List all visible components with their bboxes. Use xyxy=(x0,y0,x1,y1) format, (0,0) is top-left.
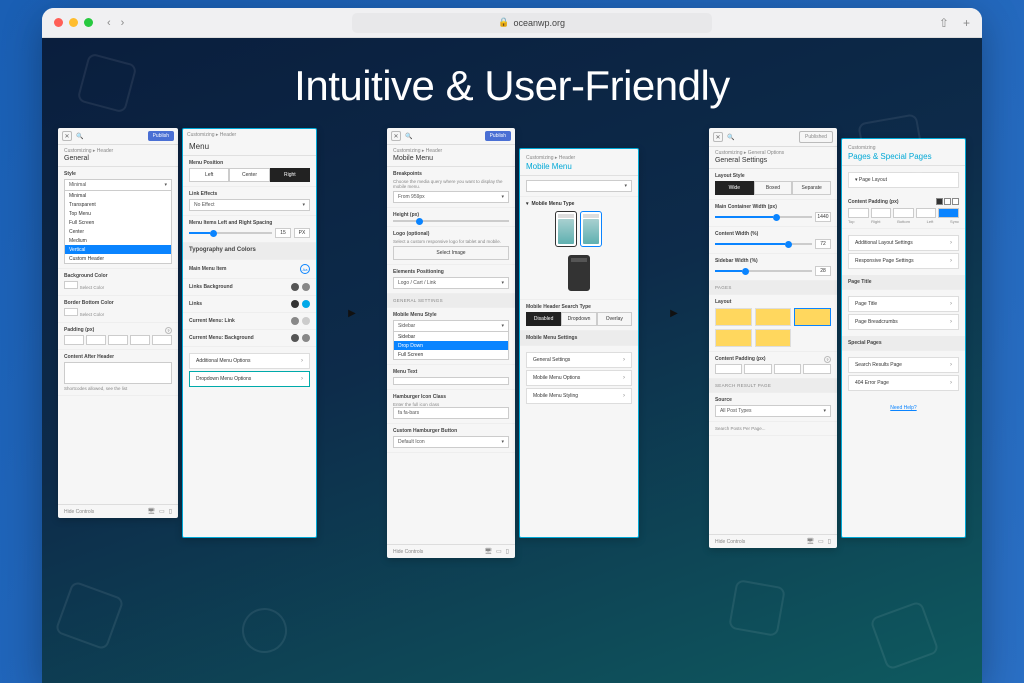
new-tab-icon[interactable]: + xyxy=(963,16,970,30)
browser-actions: ⇧ + xyxy=(939,16,970,30)
lock-icon: 🔒 xyxy=(498,17,509,28)
slider[interactable] xyxy=(189,232,272,234)
slider[interactable] xyxy=(715,243,812,245)
minimize-window[interactable] xyxy=(69,18,78,27)
slider[interactable] xyxy=(715,270,812,272)
close-window[interactable] xyxy=(54,18,63,27)
maximize-window[interactable] xyxy=(84,18,93,27)
page-content: Intuitive & User-Friendly ✕ 🔍 Publish Cu… xyxy=(42,38,982,683)
slider[interactable] xyxy=(715,216,812,218)
forward-icon[interactable]: › xyxy=(121,17,125,29)
back-icon[interactable]: ‹ xyxy=(107,17,111,29)
url-text: oceanwp.org xyxy=(513,18,565,28)
traffic-lights xyxy=(54,18,93,27)
browser-bar: ‹ › 🔒 oceanwp.org ⇧ + xyxy=(42,8,982,38)
slider[interactable] xyxy=(393,220,509,222)
background-pattern xyxy=(42,38,982,683)
nav-arrows: ‹ › xyxy=(107,17,124,29)
browser-window: ‹ › 🔒 oceanwp.org ⇧ + Intuitive & User-F… xyxy=(42,8,982,683)
address-bar[interactable]: 🔒 oceanwp.org xyxy=(352,13,712,33)
share-icon[interactable]: ⇧ xyxy=(939,16,949,30)
